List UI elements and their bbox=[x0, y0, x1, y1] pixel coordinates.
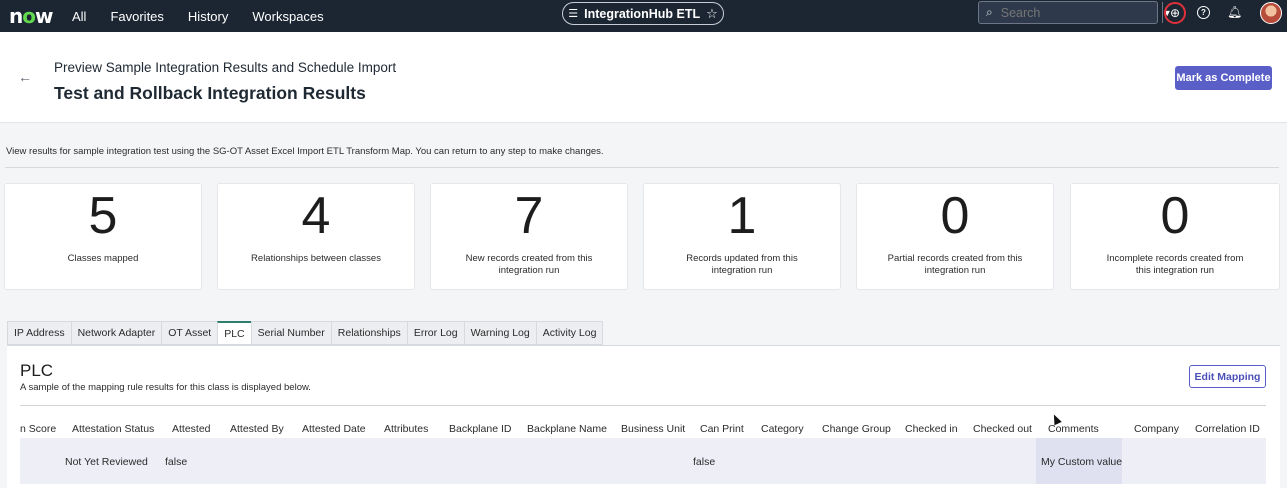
search-input[interactable] bbox=[1000, 5, 1162, 20]
class-tabs: IP Address Network Adapter OT Asset PLC … bbox=[7, 321, 604, 345]
help-icon[interactable]: ? bbox=[1197, 6, 1210, 19]
back-arrow-icon[interactable]: ← bbox=[18, 69, 32, 85]
stat-card-records-updated: 1 Records updated from this integration … bbox=[643, 183, 841, 290]
col-company[interactable]: Company bbox=[1134, 423, 1179, 435]
nav-all[interactable]: All bbox=[72, 9, 86, 24]
divider bbox=[20, 405, 1266, 406]
edit-mapping-button[interactable]: Edit Mapping bbox=[1189, 365, 1266, 388]
col-checked-out[interactable]: Checked out bbox=[973, 423, 1032, 435]
table-row: Not Yet Reviewed false false My Custom v… bbox=[20, 438, 1266, 484]
col-attestation-status[interactable]: Attestation Status bbox=[72, 423, 154, 435]
col-attested-by[interactable]: Attested By bbox=[230, 423, 284, 435]
stat-value: 0 bbox=[940, 187, 970, 245]
divider bbox=[5, 167, 1279, 168]
tab-activity-log[interactable]: Activity Log bbox=[535, 321, 604, 345]
col-category[interactable]: Category bbox=[761, 423, 804, 435]
tab-relationships[interactable]: Relationships bbox=[330, 321, 407, 345]
stat-value: 1 bbox=[727, 187, 757, 245]
app-pill[interactable]: ☰ IntegrationHub ETL ☆ bbox=[562, 2, 724, 25]
page-title: Test and Rollback Integration Results bbox=[54, 83, 366, 103]
avatar[interactable] bbox=[1260, 2, 1282, 24]
stat-label: New records created from this integratio… bbox=[465, 253, 593, 276]
stat-value: 4 bbox=[301, 187, 331, 245]
search-icon: ⌕ bbox=[986, 5, 993, 19]
stat-label: Relationships between classes bbox=[251, 253, 381, 264]
col-score[interactable]: n Score bbox=[20, 423, 56, 435]
top-nav: now All Favorites History Workspaces ☰ I… bbox=[0, 0, 1287, 32]
page-subtitle: Preview Sample Integration Results and S… bbox=[54, 60, 397, 75]
class-results-panel: PLC A sample of the mapping rule results… bbox=[7, 346, 1280, 488]
nav-favorites[interactable]: Favorites bbox=[110, 9, 163, 24]
stat-label: Records updated from this integration ru… bbox=[686, 253, 798, 276]
stat-value: 0 bbox=[1160, 187, 1190, 245]
stat-label: Partial records created from this integr… bbox=[887, 253, 1023, 276]
nav-history[interactable]: History bbox=[188, 9, 228, 24]
globe-icon[interactable]: ⊕ bbox=[1164, 2, 1186, 24]
section-subtitle: A sample of the mapping rule results for… bbox=[20, 382, 311, 393]
stat-card-incomplete-records: 0 Incomplete records created from this i… bbox=[1070, 183, 1280, 290]
col-checked-in[interactable]: Checked in bbox=[905, 423, 958, 435]
global-search: ⌕ ▼ bbox=[978, 1, 1172, 24]
tab-plc[interactable]: PLC bbox=[217, 321, 251, 345]
stat-value: 5 bbox=[88, 187, 118, 245]
app-pill-label: IntegrationHub ETL bbox=[584, 6, 701, 21]
menu-icon: ☰ bbox=[568, 8, 579, 20]
col-comments[interactable]: Comments bbox=[1048, 423, 1099, 435]
star-icon[interactable]: ☆ bbox=[706, 6, 718, 22]
page-header: ← Preview Sample Integration Results and… bbox=[0, 32, 1287, 123]
cell-attested: false bbox=[165, 456, 188, 468]
bell-icon[interactable]: 🔔︎ bbox=[1227, 5, 1242, 19]
tab-warning-log[interactable]: Warning Log bbox=[463, 321, 536, 345]
col-business-unit[interactable]: Business Unit bbox=[621, 423, 685, 435]
col-attested-date[interactable]: Attested Date bbox=[302, 423, 366, 435]
tab-error-log[interactable]: Error Log bbox=[406, 321, 464, 345]
col-attributes[interactable]: Attributes bbox=[384, 423, 428, 435]
col-attested[interactable]: Attested bbox=[172, 423, 211, 435]
col-backplane-id[interactable]: Backplane ID bbox=[449, 423, 511, 435]
stat-card-relationships: 4 Relationships between classes bbox=[217, 183, 415, 290]
cell-comments: My Custom value bbox=[1041, 456, 1123, 468]
stat-label: Classes mapped bbox=[67, 253, 139, 264]
tab-network-adapter[interactable]: Network Adapter bbox=[70, 321, 162, 345]
nav-links: All Favorites History Workspaces bbox=[72, 0, 348, 32]
stat-value: 7 bbox=[514, 187, 544, 245]
cell-can-print: false bbox=[693, 456, 716, 468]
col-change-group[interactable]: Change Group bbox=[822, 423, 891, 435]
nav-workspaces[interactable]: Workspaces bbox=[252, 9, 323, 24]
stat-card-new-records: 7 New records created from this integrat… bbox=[430, 183, 628, 290]
stat-label: Incomplete records created from this int… bbox=[1106, 253, 1244, 276]
cell-attestation-status: Not Yet Reviewed bbox=[65, 456, 148, 468]
page-description: View results for sample integration test… bbox=[6, 146, 604, 157]
mark-as-complete-button[interactable]: Mark as Complete bbox=[1175, 66, 1272, 90]
section-title: PLC bbox=[20, 361, 54, 380]
tab-ip-address[interactable]: IP Address bbox=[7, 321, 71, 345]
tab-serial-number[interactable]: Serial Number bbox=[250, 321, 331, 345]
logo[interactable]: now bbox=[9, 4, 54, 28]
col-backplane-name[interactable]: Backplane Name bbox=[527, 423, 607, 435]
stat-card-partial-records: 0 Partial records created from this inte… bbox=[856, 183, 1054, 290]
col-can-print[interactable]: Can Print bbox=[700, 423, 744, 435]
stat-card-classes-mapped: 5 Classes mapped bbox=[4, 183, 202, 290]
table-header: n Score Attestation Status Attested Atte… bbox=[20, 423, 1266, 437]
tab-ot-asset[interactable]: OT Asset bbox=[161, 321, 218, 345]
col-correlation-id[interactable]: Correlation ID bbox=[1195, 423, 1260, 435]
